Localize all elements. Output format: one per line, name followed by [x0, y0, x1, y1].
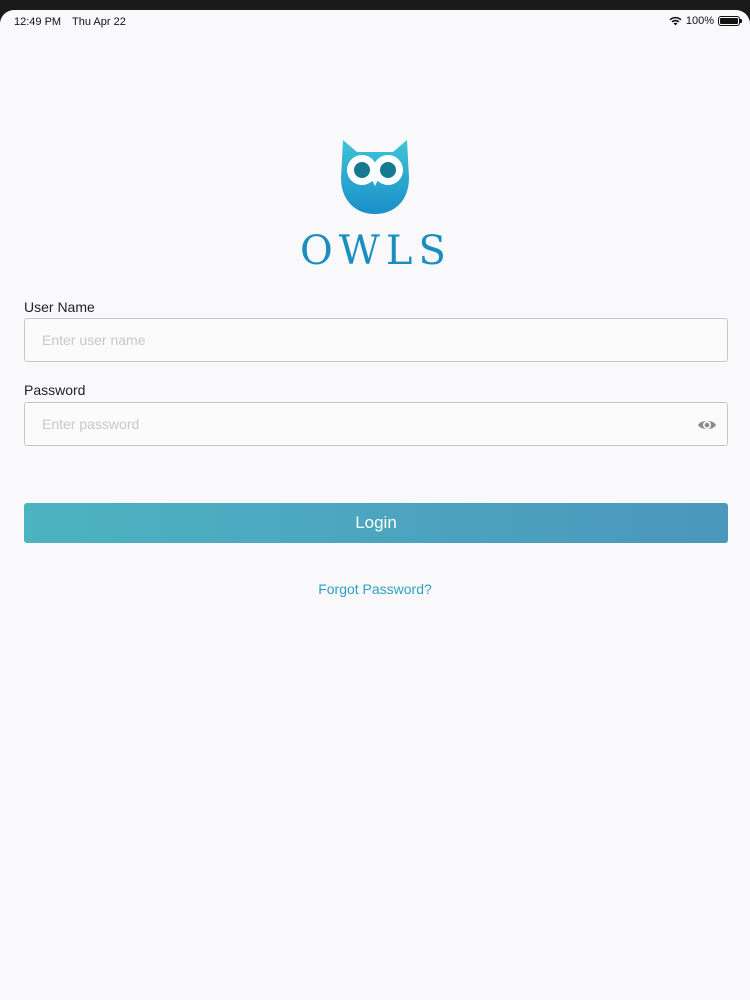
battery-icon	[718, 16, 742, 26]
status-time: 12:49 PM	[14, 16, 62, 28]
status-date: Thu Apr 22	[72, 16, 126, 28]
wifi-icon	[669, 16, 682, 26]
status-indicators: 100%	[669, 15, 742, 27]
password-field[interactable]	[24, 402, 728, 446]
username-input[interactable]	[25, 319, 727, 361]
login-screen: 12:49 PM Thu Apr 22 100% OWLS User Name …	[0, 10, 750, 1000]
status-bar: 12:49 PM Thu Apr 22 100%	[0, 10, 750, 34]
username-label: User Name	[24, 299, 95, 315]
eye-icon[interactable]	[697, 416, 717, 434]
forgot-password-link[interactable]: Forgot Password?	[0, 581, 750, 597]
device-frame: 12:49 PM Thu Apr 22 100% OWLS User Name …	[0, 0, 750, 1000]
brand-wordmark: OWLS	[300, 228, 452, 274]
login-button[interactable]: Login	[24, 503, 728, 543]
password-input[interactable]	[25, 403, 727, 445]
owl-icon	[341, 140, 409, 214]
username-field[interactable]	[24, 318, 728, 362]
password-label: Password	[24, 382, 86, 398]
battery-percent: 100%	[685, 15, 714, 27]
